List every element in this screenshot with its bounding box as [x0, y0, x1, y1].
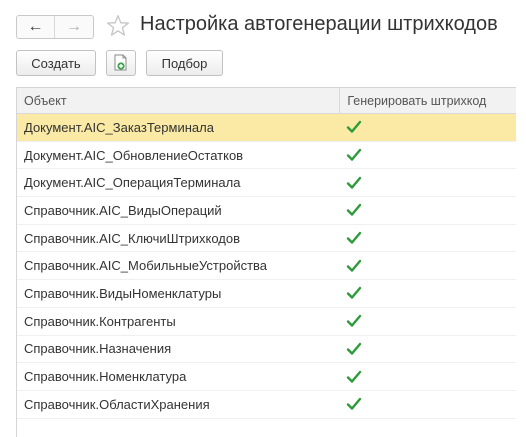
checkmark-icon	[347, 287, 362, 300]
copy-document-icon	[114, 54, 127, 71]
table-row[interactable]: Документ.AIC_ЗаказТерминала	[17, 114, 516, 142]
object-cell: Справочник.ОбластиХранения	[24, 396, 210, 412]
object-cell: Справочник.Контрагенты	[24, 313, 176, 329]
pick-button[interactable]: Подбор	[146, 50, 223, 76]
table-row[interactable]: Справочник.Назначения	[17, 336, 516, 364]
objects-table: Объект Генерировать штрихкод Документ.AI…	[16, 87, 516, 437]
arrow-right-icon: →	[66, 18, 82, 35]
checkmark-icon	[347, 259, 362, 272]
object-cell: Справочник.Номенклатура	[24, 369, 187, 385]
column-header-generate[interactable]: Генерировать штрихкод	[339, 88, 516, 113]
object-cell: Справочник.AIC_ВидыОпераций	[24, 202, 222, 218]
arrow-left-icon: ←	[27, 18, 44, 35]
table-row[interactable]: Справочник.ВидыНоменклатуры	[17, 280, 516, 308]
object-cell: Документ.AIC_ОбновлениеОстатков	[24, 147, 244, 163]
navigation-buttons: ← →	[16, 15, 94, 39]
checkmark-icon	[347, 204, 362, 217]
table-row[interactable]: Документ.AIC_ОперацияТерминала	[17, 169, 516, 198]
table-row[interactable]: Справочник.Контрагенты	[17, 308, 516, 336]
object-cell: Документ.AIC_ОперацияТерминала	[24, 175, 241, 191]
checkmark-icon	[347, 314, 362, 327]
generate-checkbox[interactable]	[339, 225, 516, 252]
generate-checkbox[interactable]	[339, 308, 516, 335]
generate-checkbox[interactable]	[339, 336, 516, 363]
object-cell: Справочник.Назначения	[24, 341, 172, 357]
generate-checkbox[interactable]	[339, 280, 516, 307]
checkmark-icon	[347, 231, 362, 244]
generate-checkbox[interactable]	[339, 252, 516, 279]
checkmark-icon	[347, 398, 362, 410]
table-row[interactable]: Справочник.AIC_КлючиШтрихкодов	[17, 225, 516, 253]
object-cell: Справочник.ВидыНоменклатуры	[24, 285, 222, 301]
generate-checkbox[interactable]	[339, 169, 516, 196]
star-outline-icon[interactable]	[105, 13, 131, 39]
checkmark-icon	[347, 148, 362, 161]
table-row[interactable]: Справочник.Номенклатура	[17, 363, 516, 391]
table-row[interactable]: Справочник.AIC_ВидыОпераций	[17, 197, 516, 225]
title-bar: ← → Настройка автогенерации штрихкодов	[0, 0, 526, 46]
table-row[interactable]: Справочник.AIC_МобильныеУстройства	[17, 252, 516, 281]
create-button[interactable]: Создать	[16, 50, 96, 76]
checkmark-icon	[347, 121, 362, 134]
generate-checkbox[interactable]	[339, 114, 516, 141]
checkmark-icon	[347, 176, 362, 189]
forward-button[interactable]: →	[55, 16, 93, 38]
back-button[interactable]: ←	[17, 16, 55, 38]
table-body: Документ.AIC_ЗаказТерминала Документ.AIC_…	[17, 114, 516, 419]
generate-checkbox[interactable]	[339, 197, 516, 224]
table-row[interactable]: Документ.AIC_ОбновлениеОстатков	[17, 142, 516, 170]
table-row[interactable]: Справочник.ОбластиХранения	[17, 391, 516, 419]
column-header-object[interactable]: Объект	[17, 88, 339, 113]
toolbar: Создать Подбор	[0, 50, 526, 80]
copy-button[interactable]	[106, 50, 136, 76]
table-header: Объект Генерировать штрихкод	[17, 88, 516, 114]
generate-checkbox[interactable]	[339, 391, 516, 418]
object-cell: Справочник.AIC_КлючиШтрихкодов	[24, 230, 241, 246]
page-title: Настройка автогенерации штрихкодов	[140, 13, 498, 35]
generate-checkbox[interactable]	[339, 363, 516, 390]
generate-checkbox[interactable]	[339, 142, 516, 169]
checkmark-icon	[347, 342, 362, 355]
object-cell: Документ.AIC_ЗаказТерминала	[24, 119, 214, 135]
checkmark-icon	[347, 370, 362, 383]
object-cell: Справочник.AIC_МобильныеУстройства	[24, 258, 268, 274]
